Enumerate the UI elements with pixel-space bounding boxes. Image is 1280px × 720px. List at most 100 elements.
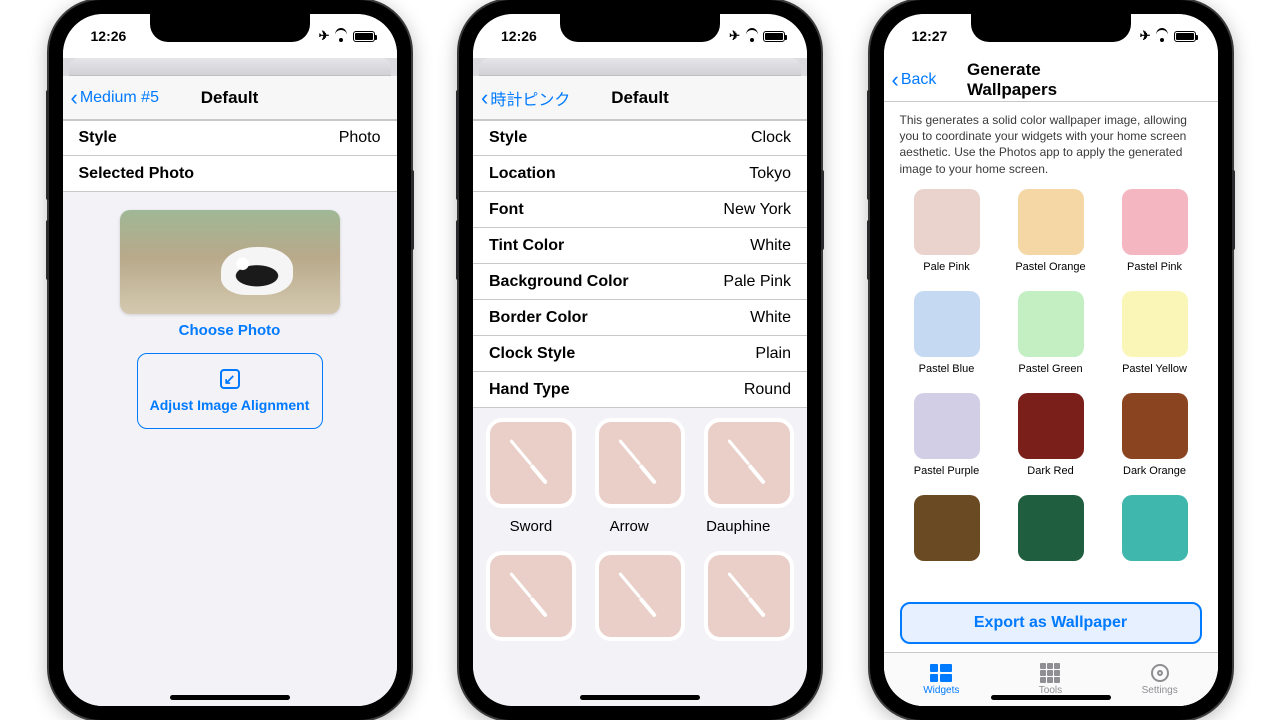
- color-swatch-cell[interactable]: Pastel Green: [1011, 291, 1091, 385]
- color-swatch: [914, 393, 980, 459]
- row-value: Photo: [339, 129, 381, 147]
- phone-2: 12:26 ✈ ‹ 時計ピンク Default StyleClockLocati…: [459, 0, 821, 720]
- notch: [560, 14, 720, 42]
- clock-hand-option[interactable]: [704, 551, 794, 641]
- color-swatch: [1018, 189, 1084, 255]
- clock-hand-option[interactable]: [595, 551, 685, 641]
- settings-row[interactable]: Tint ColorWhite: [473, 228, 807, 264]
- color-swatch: [1018, 495, 1084, 561]
- color-swatch: [1122, 189, 1188, 255]
- tab-settings[interactable]: Settings: [1142, 663, 1178, 696]
- settings-row[interactable]: Background ColorPale Pink: [473, 264, 807, 300]
- clock-hand-label: Sword: [510, 518, 553, 535]
- color-swatch-cell[interactable]: [907, 495, 987, 589]
- nav-bar: ‹ Back Generate Wallpapers: [884, 58, 1218, 102]
- nav-title: Default: [611, 88, 669, 108]
- row-label: Hand Type: [489, 381, 570, 399]
- color-swatch-cell[interactable]: Dark Red: [1011, 393, 1091, 487]
- color-swatch-cell[interactable]: Pastel Purple: [907, 393, 987, 487]
- color-swatch-cell[interactable]: Pastel Orange: [1011, 189, 1091, 283]
- battery-icon: [1174, 31, 1196, 42]
- settings-row[interactable]: Selected Photo: [63, 156, 397, 192]
- clock-hand-option[interactable]: [486, 418, 576, 508]
- color-swatch-label: Pastel Blue: [919, 363, 975, 375]
- back-label: 時計ピンク: [490, 86, 570, 110]
- row-label: Border Color: [489, 309, 588, 327]
- color-swatch: [1122, 495, 1188, 561]
- settings-row[interactable]: LocationTokyo: [473, 156, 807, 192]
- row-label: Style: [489, 129, 527, 147]
- clock-hand-label: Dauphine: [706, 518, 770, 535]
- color-swatch-label: Pastel Pink: [1127, 261, 1182, 273]
- color-swatch: [1018, 291, 1084, 357]
- row-value: White: [750, 309, 791, 327]
- settings-row[interactable]: Clock StylePlain: [473, 336, 807, 372]
- chevron-left-icon: ‹: [892, 69, 899, 91]
- color-swatch-cell[interactable]: Pastel Pink: [1115, 189, 1195, 283]
- clock-hand-option[interactable]: [486, 551, 576, 641]
- back-button[interactable]: ‹ 時計ピンク: [481, 86, 570, 110]
- row-value: Plain: [755, 345, 791, 363]
- wifi-icon: [1155, 31, 1170, 42]
- color-swatch-cell[interactable]: [1011, 495, 1091, 589]
- color-swatch-label: Pale Pink: [923, 261, 969, 273]
- card-stack-peek: [69, 58, 391, 76]
- back-button[interactable]: ‹ Back: [892, 69, 937, 91]
- battery-icon: [353, 31, 375, 42]
- color-swatch-label: Pastel Orange: [1015, 261, 1085, 273]
- settings-row[interactable]: Hand Type Round: [473, 372, 807, 408]
- color-swatch-cell[interactable]: Pale Pink: [907, 189, 987, 283]
- clock-hand-label: Arrow: [610, 518, 649, 535]
- color-swatch: [1122, 291, 1188, 357]
- nav-bar: ‹ Medium #5 Default: [63, 76, 397, 120]
- content: This generates a solid color wallpaper i…: [884, 102, 1218, 706]
- chevron-left-icon: ‹: [71, 87, 78, 109]
- choose-photo-button[interactable]: Choose Photo: [63, 322, 397, 339]
- row-value: New York: [723, 201, 791, 219]
- color-swatch-cell[interactable]: [1115, 495, 1195, 589]
- color-swatch: [914, 291, 980, 357]
- row-value: Clock: [751, 129, 791, 147]
- airplane-icon: ✈: [729, 28, 740, 44]
- content: Style Photo Selected Photo Choose Photo Ad…: [63, 120, 397, 706]
- row-label: Style: [79, 129, 117, 147]
- adjust-alignment-button[interactable]: Adjust Image Alignment: [137, 353, 323, 429]
- notch: [150, 14, 310, 42]
- color-swatch-cell[interactable]: Pastel Yellow: [1115, 291, 1195, 385]
- color-swatch: [1122, 393, 1188, 459]
- home-indicator[interactable]: [580, 695, 700, 700]
- phone-1: 12:26 ✈ ‹ Medium #5 Default StylePhotoSe…: [49, 0, 411, 720]
- content: StyleClockLocationTokyoFontNew YorkTint …: [473, 120, 807, 706]
- row-label: Background Color: [489, 273, 629, 291]
- nav-title: Default: [201, 88, 259, 108]
- selected-photo-preview[interactable]: [120, 210, 340, 314]
- color-swatch-label: Pastel Green: [1018, 363, 1082, 375]
- clock-hand-option[interactable]: [704, 418, 794, 508]
- back-button[interactable]: ‹ Medium #5: [71, 87, 159, 109]
- row-label: Tint Color: [489, 237, 564, 255]
- color-swatch: [914, 495, 980, 561]
- status-time: 12:27: [912, 28, 948, 44]
- settings-row[interactable]: Style Clock: [473, 120, 807, 156]
- resize-icon: [220, 369, 240, 389]
- home-indicator[interactable]: [991, 695, 1111, 700]
- settings-row[interactable]: Style Photo: [63, 120, 397, 156]
- color-swatch: [1018, 393, 1084, 459]
- clock-hand-option[interactable]: [595, 418, 685, 508]
- color-swatch-cell[interactable]: Dark Orange: [1115, 393, 1195, 487]
- color-swatch-label: Dark Orange: [1123, 465, 1186, 477]
- export-wallpaper-button[interactable]: Export as Wallpaper: [900, 602, 1202, 644]
- airplane-icon: ✈: [319, 28, 330, 44]
- tab-label: Settings: [1142, 685, 1178, 696]
- card-stack-peek: [479, 58, 801, 76]
- adjust-label: Adjust Image Alignment: [150, 397, 310, 413]
- tab-widgets[interactable]: Widgets: [923, 663, 959, 696]
- settings-row[interactable]: Border Color White: [473, 300, 807, 336]
- home-indicator[interactable]: [170, 695, 290, 700]
- row-value: Round: [744, 381, 791, 399]
- wifi-icon: [334, 31, 349, 42]
- phone-3: 12:27 ✈ ‹ Back Generate Wallpapers This …: [870, 0, 1232, 720]
- settings-row[interactable]: FontNew York: [473, 192, 807, 228]
- tab-tools[interactable]: Tools: [1039, 663, 1062, 696]
- color-swatch-cell[interactable]: Pastel Blue: [907, 291, 987, 385]
